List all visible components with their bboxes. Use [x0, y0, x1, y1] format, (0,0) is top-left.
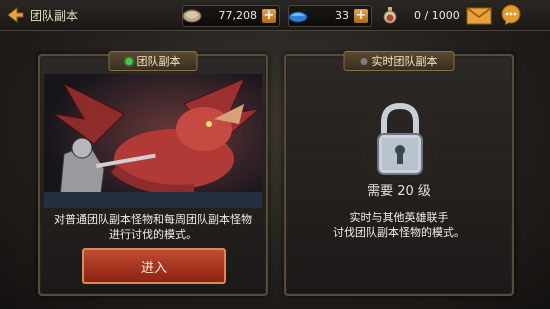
- add-gems-button[interactable]: +: [354, 9, 368, 23]
- add-silver-button[interactable]: +: [262, 9, 276, 23]
- gem-icon: [285, 3, 311, 29]
- realtime-raid-panel: 实时团队副本 需要 20 级 实时与其他英雄联手 讨伐团队副本怪物的模式。: [284, 51, 514, 296]
- raid-description: 对普通团队副本怪物和每周团队副本怪物 进行讨伐的模式。: [40, 212, 266, 242]
- gem-value: 33: [335, 9, 349, 22]
- raid-panel-header: 团队副本: [108, 51, 198, 71]
- realtime-raid-panel-header: 实时团队副本: [343, 51, 455, 71]
- gem-counter: 33 +: [288, 5, 372, 27]
- potion-value: 0 / 1000: [414, 9, 460, 22]
- raid-description-line-1: 对普通团队副本怪物和每周团队副本怪物: [54, 213, 252, 226]
- inactive-indicator-icon: [360, 57, 368, 65]
- raid-description-line-2: 进行讨伐的模式。: [109, 228, 197, 241]
- silver-value: 77,208: [218, 9, 258, 22]
- silver-counter: 77,208 +: [182, 5, 280, 27]
- level-requirement: 需要 20 级: [367, 184, 431, 199]
- chat-icon: [501, 4, 521, 25]
- realtime-raid-description-line-1: 实时与其他英雄联手: [349, 211, 449, 224]
- chat-button[interactable]: [500, 4, 522, 26]
- page-title: 团队副本: [30, 9, 79, 23]
- realtime-raid-description-line-2: 讨伐团队副本怪物的模式。: [333, 226, 465, 239]
- realtime-raid-description: 实时与其他英雄联手 讨伐团队副本怪物的模式。: [286, 210, 512, 240]
- top-bar: 团队副本 77,208 + 33 + 0 / 1000: [0, 0, 550, 31]
- enter-button[interactable]: 进入: [82, 248, 226, 284]
- potion-icon: [382, 6, 398, 24]
- mail-icon: [466, 7, 492, 25]
- active-indicator-icon: [125, 57, 133, 65]
- lock-icon: [360, 92, 440, 188]
- raid-panel-title: 团队副本: [136, 55, 181, 68]
- back-arrow-icon: [7, 6, 24, 24]
- back-button[interactable]: [4, 4, 26, 26]
- silver-coin-icon: [179, 3, 205, 29]
- dragon-artwork: [44, 74, 262, 208]
- mail-button[interactable]: [466, 7, 492, 25]
- realtime-raid-panel-title: 实时团队副本: [371, 55, 438, 68]
- raid-panel: 团队副本 对普通团队副本怪物和每周团队副本怪物 进行讨伐的模式。 进入: [38, 51, 268, 296]
